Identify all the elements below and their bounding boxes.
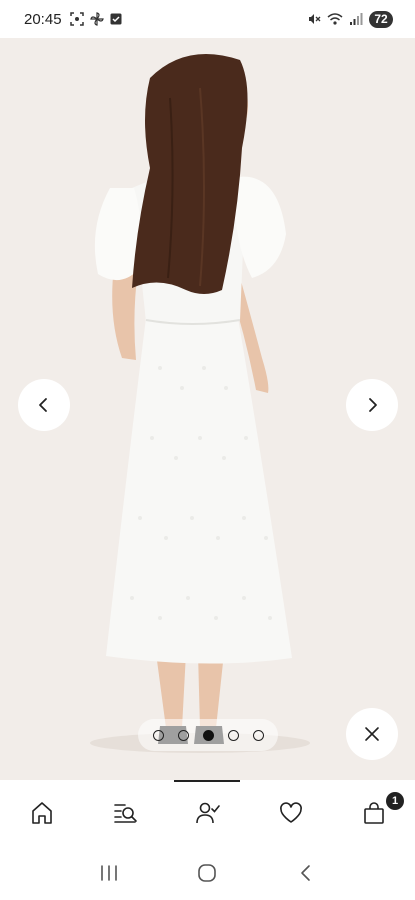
- search-list-icon: [113, 804, 137, 823]
- previous-image-button[interactable]: [18, 379, 70, 431]
- close-gallery-button[interactable]: [346, 708, 398, 760]
- tab-wishlist[interactable]: [249, 780, 332, 846]
- bag-count-badge: 1: [386, 792, 404, 810]
- image-pagination-dots: [138, 719, 278, 751]
- user-check-icon: [195, 802, 220, 824]
- chevron-left-icon: [39, 398, 47, 412]
- battery-badge: 72: [369, 10, 393, 28]
- pagination-dot[interactable]: [152, 729, 164, 741]
- status-bar: 20:45 72: [0, 0, 415, 38]
- home-circle-icon: [198, 864, 217, 882]
- status-right-icons: 72: [307, 10, 393, 28]
- checkbox-icon: [110, 13, 122, 25]
- tab-bag[interactable]: 1: [332, 780, 415, 846]
- product-image-gallery[interactable]: [0, 38, 415, 780]
- tab-home[interactable]: [0, 780, 83, 846]
- pagination-dot[interactable]: [252, 729, 264, 741]
- tab-search[interactable]: [83, 780, 166, 846]
- system-navigation-bar: [0, 846, 415, 900]
- screenshot-icon: [69, 12, 84, 26]
- shopping-bag-icon: [363, 802, 384, 824]
- mute-icon: [309, 14, 321, 24]
- back-system-button[interactable]: [286, 853, 326, 893]
- next-image-button[interactable]: [346, 379, 398, 431]
- status-left-icons: [69, 12, 122, 26]
- pagination-dot[interactable]: [177, 729, 189, 741]
- signal-icon: [350, 13, 363, 25]
- pagination-dot-active[interactable]: [202, 729, 214, 741]
- home-icon: [31, 802, 52, 824]
- pinwheel-icon: [89, 12, 104, 26]
- back-icon: [301, 865, 310, 881]
- bottom-tab-bar: 1: [0, 780, 415, 846]
- recent-apps-button[interactable]: [89, 853, 129, 893]
- close-icon: [365, 727, 379, 741]
- tab-account[interactable]: [166, 780, 249, 846]
- pagination-dot[interactable]: [227, 729, 239, 741]
- heart-icon: [279, 802, 302, 823]
- wifi-icon: [327, 13, 343, 25]
- home-system-button[interactable]: [187, 853, 227, 893]
- status-time: 20:45: [24, 10, 62, 28]
- recent-apps-icon: [101, 865, 117, 881]
- chevron-right-icon: [369, 398, 377, 412]
